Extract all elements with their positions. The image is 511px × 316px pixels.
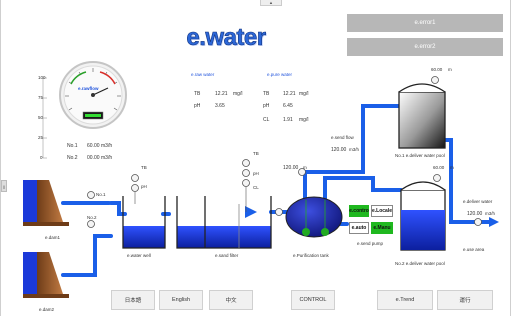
no2-flow-unit: m3/h <box>101 155 113 161</box>
pool2-level-value: 60.00 <box>433 165 445 170</box>
locale-button[interactable]: e.Locale <box>371 205 393 217</box>
no2-flow-label: No.2 <box>67 155 78 161</box>
raw-ph-label: pH <box>194 103 201 109</box>
scale-75: 75 <box>38 95 44 100</box>
sand-filter-label: e.sand filter <box>215 253 239 258</box>
run-button[interactable]: 運行 <box>437 290 493 310</box>
pure-water-title: e.pure water <box>267 72 293 77</box>
manu-button[interactable]: e.Manu <box>371 222 393 234</box>
no1-flow-label: No.1 <box>67 143 78 149</box>
no1-flow-value: 60.00 <box>87 143 100 149</box>
pure-cl-label: CL <box>263 117 270 123</box>
well-tb-label: TB <box>141 165 147 170</box>
auto-button[interactable]: e.auto <box>349 222 369 234</box>
gauge-label: e.rawflow <box>78 86 99 91</box>
raw-ph-value: 3.65 <box>215 103 225 109</box>
purify-name: e.Purification tank <box>293 253 329 258</box>
pool1-level-unit: m <box>448 67 452 72</box>
pure-tb-label: TB <box>263 91 270 97</box>
scale-25: 25 <box>38 135 44 140</box>
purify-unit: m <box>303 165 307 170</box>
pure-ph-value: 6.45 <box>283 103 293 109</box>
use-area-label: e.use area <box>463 247 485 252</box>
pool1-level-value: 60.00 <box>431 67 443 72</box>
language-english-button[interactable]: English <box>159 290 203 310</box>
scale-0: 0 <box>40 155 43 160</box>
sand-filter-tank <box>176 196 272 249</box>
dam2-label: e.dam2 <box>39 307 55 312</box>
language-japanese-button[interactable]: 日本語 <box>111 290 155 310</box>
water-well-tank <box>122 196 166 249</box>
trend-button[interactable]: e.Trend <box>377 290 433 310</box>
purify-value: 120.00 <box>283 165 299 171</box>
pool2-name: No.2 e.deliver water pool <box>395 261 445 266</box>
purification-tank <box>285 196 343 238</box>
send-pump-label: e.send pump <box>357 241 384 246</box>
pure-cl-value: 1.91 <box>283 117 293 123</box>
filter-tb-label: TB <box>253 151 259 156</box>
control-button[interactable]: CONTROL <box>291 290 335 310</box>
flow-arrow-filter <box>245 206 257 218</box>
flow-arrow-deliver <box>489 217 499 227</box>
deliver-label: e.deliver water <box>463 199 493 204</box>
scale-100: 100 <box>38 75 46 80</box>
pure-tb-value: 12.21 <box>283 91 296 97</box>
send-flow-label: e.send flow <box>331 135 354 140</box>
pure-tb-unit: mg/l <box>299 91 309 97</box>
filter-cl-label: CL <box>253 185 259 190</box>
send-flow-value: 120.00 <box>331 147 347 153</box>
pool1-tank <box>398 83 446 149</box>
deliver-unit: m3/h <box>485 211 496 216</box>
scada-screen: ▲ || e.water e.error1 e.error2 100 75 50… <box>0 0 511 316</box>
language-chinese-button[interactable]: 中文 <box>209 290 253 310</box>
filter-ph-label: pH <box>253 171 259 176</box>
pool1-name: No.1 e.deliver water pool <box>395 153 445 158</box>
raw-tb-unit: mg/l <box>233 91 243 97</box>
contro-button[interactable]: e.contro <box>349 205 369 217</box>
raw-tb-label: TB <box>194 91 201 97</box>
water-well-label: e.water well <box>127 253 151 258</box>
flow-gauge <box>59 61 127 129</box>
pure-ph-label: pH <box>263 103 270 109</box>
pool2-tank <box>400 181 446 251</box>
sensor-no2-label: No.2 <box>87 215 97 220</box>
no1-flow-unit: m3/h <box>101 143 113 149</box>
scale-50: 50 <box>38 115 44 120</box>
well-ph-label: pH <box>141 184 147 189</box>
raw-tb-value: 12.21 <box>215 91 228 97</box>
sensor-no1-label: No.1 <box>96 192 106 197</box>
dam1-label: e.dam1 <box>45 235 61 240</box>
sensor-stems <box>134 187 247 212</box>
pool2-level-unit: m <box>450 165 454 170</box>
send-flow-unit: m3/h <box>349 147 360 152</box>
deliver-value: 120.00 <box>467 211 483 217</box>
level-scale <box>42 77 47 159</box>
pure-cl-unit: mg/l <box>299 117 309 123</box>
no2-flow-value: 00.00 <box>87 155 100 161</box>
raw-water-title: e.raw water <box>191 72 215 77</box>
